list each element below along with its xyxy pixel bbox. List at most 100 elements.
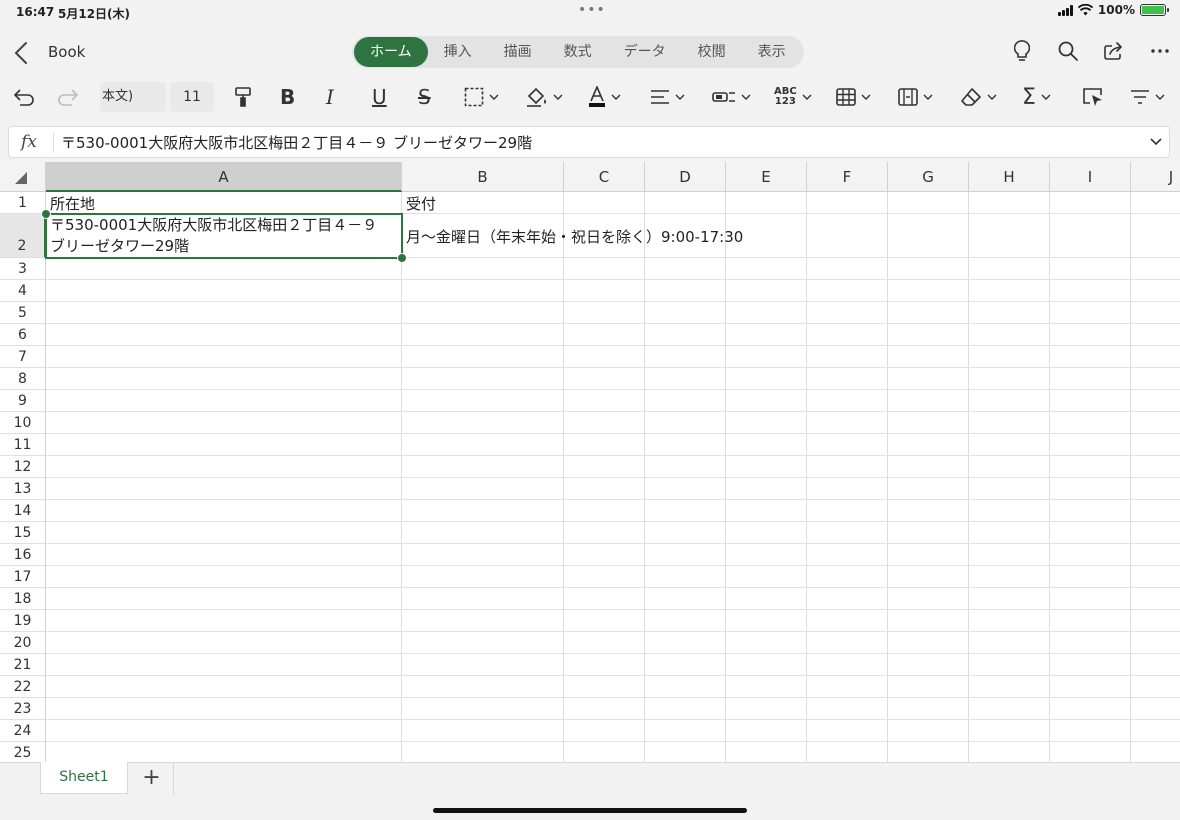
row-header-17[interactable]: 17 [0,566,46,588]
fx-icon[interactable]: fx [21,132,37,152]
select-objects-button[interactable] [1082,84,1104,110]
clear-button[interactable] [960,84,997,110]
row-header-3[interactable]: 3 [0,258,46,280]
search-icon[interactable] [1058,40,1078,62]
row-header-16[interactable]: 16 [0,544,46,566]
sigma-icon: Σ [1022,84,1036,110]
add-sheet-button[interactable]: + [130,763,174,795]
row-header-11[interactable]: 11 [0,434,46,456]
redo-button[interactable] [58,84,80,110]
column-header-b[interactable]: B [402,162,564,192]
back-button[interactable] [14,40,36,66]
grid-row-line [46,455,1180,456]
row-header-5[interactable]: 5 [0,302,46,324]
row-header-4[interactable]: 4 [0,280,46,302]
sheet-tab-bar: Sheet1 + [0,762,1180,820]
formula-input[interactable]: 〒530-0001大阪府大阪市北区梅田２丁目４－９ ブリーゼタワー29階 [61,132,532,153]
row-header-21[interactable]: 21 [0,654,46,676]
column-header-h[interactable]: H [969,162,1050,192]
more-icon[interactable] [1150,40,1170,62]
grid-row-line [46,521,1180,522]
select-all-corner[interactable] [0,162,46,192]
share-icon[interactable] [1104,40,1124,62]
tab-data[interactable]: データ [608,37,682,67]
row-header-18[interactable]: 18 [0,588,46,610]
cell-size-button[interactable] [898,84,933,110]
row-header-24[interactable]: 24 [0,720,46,742]
row-header-19[interactable]: 19 [0,610,46,632]
fill-color-button[interactable] [526,84,563,110]
italic-button[interactable]: I [326,84,334,110]
align-button[interactable] [650,84,685,110]
grid-row-line [46,653,1180,654]
row-header-6[interactable]: 6 [0,324,46,346]
font-color-button[interactable] [588,84,621,110]
column-header-e[interactable]: E [726,162,807,192]
font-name-field[interactable]: 本文) [100,82,166,112]
row-header-15[interactable]: 15 [0,522,46,544]
spreadsheet-grid[interactable]: A B C D E F G H I J 1 2 3 4 5 6 7 8 9 10 11 12 13 14 15 16 17 18 19 2… [0,162,1180,762]
row-header-10[interactable]: 10 [0,412,46,434]
column-header-d[interactable]: D [645,162,726,192]
row-header-25[interactable]: 25 [0,742,46,762]
cell-b1[interactable]: 受付 [406,193,436,214]
chevron-down-icon [553,94,563,100]
borders-button[interactable] [464,84,499,110]
table-button[interactable] [836,84,871,110]
row-header-8[interactable]: 8 [0,368,46,390]
strikethrough-button[interactable]: S [418,84,431,110]
row-header-22[interactable]: 22 [0,676,46,698]
grid-row-line [46,323,1180,324]
grid-row-line [46,367,1180,368]
column-header-c[interactable]: C [564,162,645,192]
cursor-select-icon [1083,88,1102,106]
format-painter-button[interactable] [234,84,252,110]
sort-filter-button[interactable] [1130,84,1165,110]
tab-formulas[interactable]: 数式 [548,37,608,67]
column-header-j[interactable]: J [1131,162,1180,192]
underline-button[interactable]: U [372,84,387,110]
row-header-13[interactable]: 13 [0,478,46,500]
cell-b2[interactable]: 月〜金曜日（年末年始・祝日を除く）9:00-17:30 [406,226,743,247]
chevron-down-icon [802,94,812,100]
lightbulb-icon[interactable] [1012,40,1032,62]
tab-view[interactable]: 表示 [742,37,802,67]
row-header-14[interactable]: 14 [0,500,46,522]
selection-handle-end[interactable] [397,253,407,263]
align-left-icon [651,90,669,104]
number-format-button[interactable]: ABC 123 [774,84,812,110]
row-header-1[interactable]: 1 [0,192,46,214]
row-header-2[interactable]: 2 [0,214,46,258]
font-size-field[interactable]: 11 [170,82,214,112]
column-header-g[interactable]: G [888,162,969,192]
document-name[interactable]: Book [48,43,85,61]
italic-icon: I [326,85,334,109]
row-header-23[interactable]: 23 [0,698,46,720]
tab-draw[interactable]: 描画 [488,37,548,67]
multitask-dots-icon[interactable]: ••• [578,2,606,18]
row-header-9[interactable]: 9 [0,390,46,412]
excel-app: 16:47 5月12日(木) ••• 100% Book ホーム 挿入 描画 数… [0,0,1180,820]
row-header-12[interactable]: 12 [0,456,46,478]
chevron-down-icon[interactable] [1149,133,1163,151]
font-color-icon [589,86,605,107]
row-header-7[interactable]: 7 [0,346,46,368]
tab-insert[interactable]: 挿入 [428,37,488,67]
chevron-down-icon [489,94,499,100]
column-header-i[interactable]: I [1050,162,1131,192]
undo-button[interactable] [12,84,34,110]
chevron-down-icon [1155,94,1165,100]
bold-button[interactable]: B [280,84,295,110]
cell-a1[interactable]: 所在地 [50,193,95,214]
wrap-text-button[interactable] [712,84,751,110]
column-header-f[interactable]: F [807,162,888,192]
tab-review[interactable]: 校閲 [682,37,742,67]
tab-home[interactable]: ホーム [354,37,428,67]
formula-bar[interactable]: fx 〒530-0001大阪府大阪市北区梅田２丁目４－９ ブリーゼタワー29階 [8,126,1170,158]
sheet-tab-sheet1[interactable]: Sheet1 [40,762,128,794]
row-header-20[interactable]: 20 [0,632,46,654]
grid-row-line [46,279,1180,280]
column-header-a[interactable]: A [46,162,402,192]
autosum-button[interactable]: Σ [1022,84,1051,110]
selection-handle-start[interactable] [41,209,51,219]
